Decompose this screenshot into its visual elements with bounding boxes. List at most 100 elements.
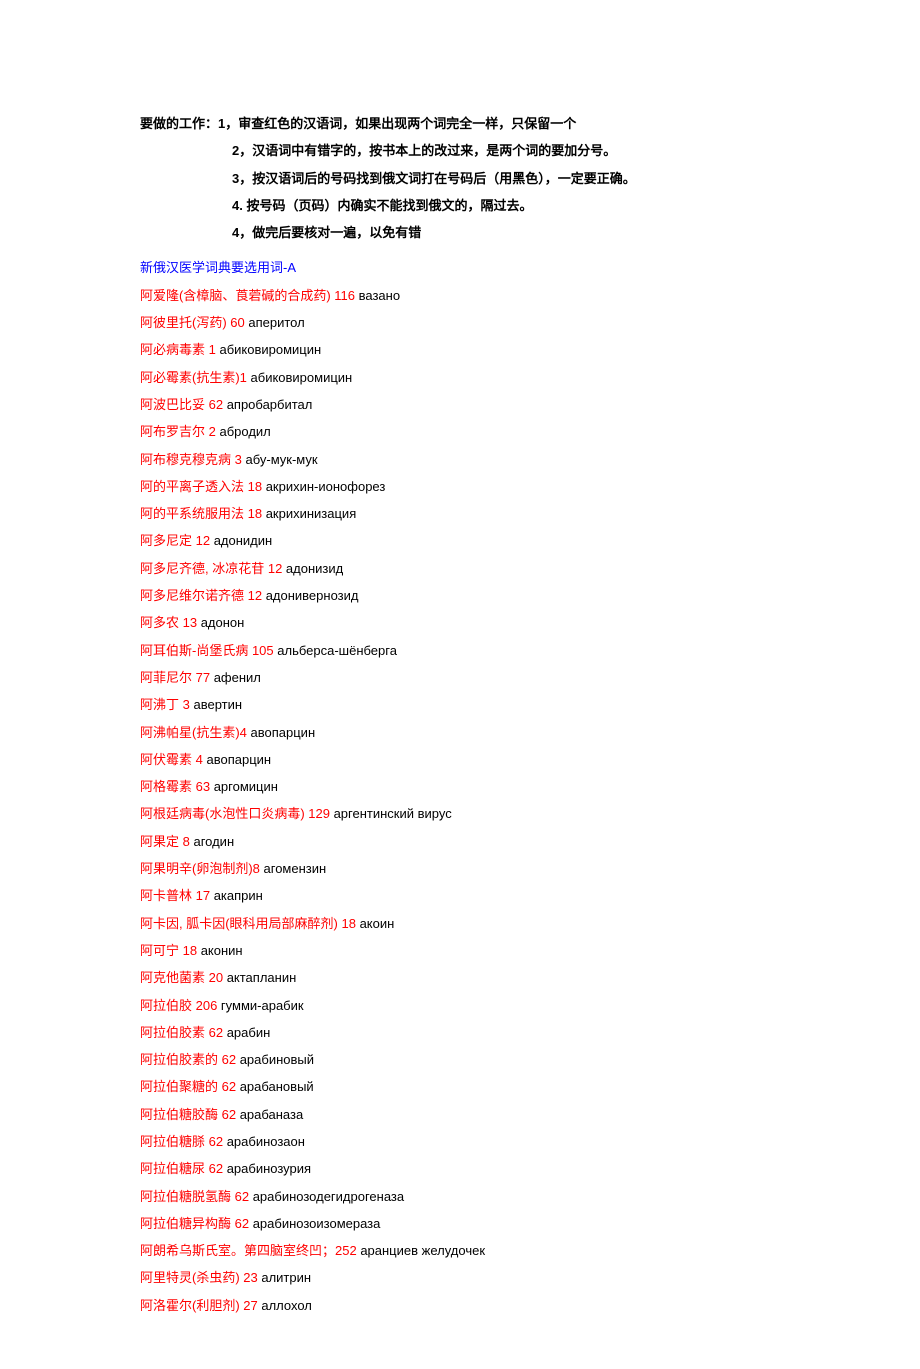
russian-term: актапланин — [227, 970, 297, 985]
instruction-line-1: 要做的工作：1，审查红色的汉语词，如果出现两个词完全一样，只保留一个 — [140, 110, 780, 137]
chinese-term: 阿拉伯胶素的 62 — [140, 1052, 240, 1067]
russian-term: аранциев желудочек — [360, 1243, 485, 1258]
russian-term: апробарбитал — [227, 397, 313, 412]
dictionary-entry: 阿菲尼尔 77 афенил — [140, 664, 780, 691]
russian-term: арабаназа — [240, 1107, 304, 1122]
russian-term: акрихин-ионофорез — [266, 479, 386, 494]
dictionary-title: 新俄汉医学词典要选用词-A — [140, 254, 780, 281]
chinese-term: 阿洛霍尔(利胆剂) 27 — [140, 1298, 261, 1313]
dictionary-entry: 阿拉伯聚糖的 62 арабановый — [140, 1073, 780, 1100]
chinese-term: 阿多农 13 — [140, 615, 201, 630]
dictionary-entry: 阿沸丁 3 авертин — [140, 691, 780, 718]
instruction-line-5: 4，做完后要核对一遍，以免有错 — [140, 219, 780, 246]
dictionary-entry: 阿可宁 18 аконин — [140, 937, 780, 964]
russian-term: алитрин — [261, 1270, 311, 1285]
chinese-term: 阿卡普林 17 — [140, 888, 214, 903]
dictionary-entry: 阿伏霉素 4 авопарцин — [140, 746, 780, 773]
dictionary-entry: 阿多尼齐德, 冰凉花苷 12 адонизид — [140, 555, 780, 582]
chinese-term: 阿拉伯糖胶酶 62 — [140, 1107, 240, 1122]
chinese-term: 阿爱隆(含樟脑、莨菪碱的合成药) 116 — [140, 288, 359, 303]
chinese-term: 阿根廷病毒(水泡性口炎病毒) 129 — [140, 806, 334, 821]
dictionary-entry: 阿必霉素(抗生素)1 абиковиромицин — [140, 364, 780, 391]
russian-term: афенил — [214, 670, 261, 685]
russian-term: адонидин — [214, 533, 273, 548]
instruction-line-2: 2，汉语词中有错字的，按书本上的改过来，是两个词的要加分号。 — [140, 137, 780, 164]
russian-term: абу-мук-мук — [245, 452, 317, 467]
dictionary-entry: 阿拉伯糖尿 62 арабинозурия — [140, 1155, 780, 1182]
russian-term: адонон — [201, 615, 245, 630]
russian-term: арабиновый — [240, 1052, 314, 1067]
chinese-term: 阿沸丁 3 — [140, 697, 193, 712]
chinese-term: 阿波巴比妥 62 — [140, 397, 227, 412]
dictionary-entry: 阿拉伯糖脱氢酶 62 арабинозодегидрогеназа — [140, 1183, 780, 1210]
russian-term: авопарцин — [206, 752, 271, 767]
chinese-term: 阿拉伯胶 206 — [140, 998, 221, 1013]
dictionary-entry: 阿洛霍尔(利胆剂) 27 аллохол — [140, 1292, 780, 1319]
russian-term: альберса-шёнберга — [277, 643, 397, 658]
russian-term: арабинозоизомераза — [253, 1216, 381, 1231]
chinese-term: 阿拉伯糖尿 62 — [140, 1161, 227, 1176]
dictionary-entry: 阿拉伯糖胶酶 62 арабаназа — [140, 1101, 780, 1128]
chinese-term: 阿拉伯胶素 62 — [140, 1025, 227, 1040]
chinese-term: 阿布穆克穆克病 3 — [140, 452, 245, 467]
chinese-term: 阿伏霉素 4 — [140, 752, 206, 767]
russian-term: арабинозурия — [227, 1161, 311, 1176]
instruction-line-4: 4. 按号码（页码）内确实不能找到俄文的，隔过去。 — [140, 192, 780, 219]
chinese-term: 阿朗希乌斯氏室。第四脑室终凹；252 — [140, 1243, 360, 1258]
dictionary-entry: 阿果定 8 агодин — [140, 828, 780, 855]
chinese-term: 阿果明辛(卵泡制剂)8 — [140, 861, 264, 876]
russian-term: аперитол — [248, 315, 304, 330]
chinese-term: 阿菲尼尔 77 — [140, 670, 214, 685]
dictionary-entry: 阿果明辛(卵泡制剂)8 агомензин — [140, 855, 780, 882]
russian-term: аллохол — [261, 1298, 312, 1313]
dictionary-entry: 阿拉伯糖异构酶 62 арабинозоизомераза — [140, 1210, 780, 1237]
dictionary-entry: 阿的平系统服用法 18 акрихинизация — [140, 500, 780, 527]
dictionary-entry: 阿多尼定 12 адонидин — [140, 527, 780, 554]
dictionary-entry: 阿卡普林 17 акаприн — [140, 882, 780, 909]
chinese-term: 阿克他菌素 20 — [140, 970, 227, 985]
russian-term: агомензин — [264, 861, 327, 876]
chinese-term: 阿沸帕星(抗生素)4 — [140, 725, 251, 740]
chinese-term: 阿格霉素 63 — [140, 779, 214, 794]
chinese-term: 阿卡因, 胍卡因(眼科用局部麻醉剂) 18 — [140, 916, 360, 931]
dictionary-entry: 阿必病毒素 1 абиковиромицин — [140, 336, 780, 363]
chinese-term: 阿果定 8 — [140, 834, 193, 849]
russian-term: абродил — [219, 424, 270, 439]
dictionary-entry: 阿里特灵(杀虫药) 23 алитрин — [140, 1264, 780, 1291]
chinese-term: 阿拉伯聚糖的 62 — [140, 1079, 240, 1094]
dictionary-entry: 阿波巴比妥 62 апробарбитал — [140, 391, 780, 418]
dictionary-entry: 阿多农 13 адонон — [140, 609, 780, 636]
russian-term: авертин — [193, 697, 242, 712]
dictionary-entry: 阿拉伯胶 206 гумми-арабик — [140, 992, 780, 1019]
chinese-term: 阿拉伯糖异构酶 62 — [140, 1216, 253, 1231]
chinese-term: 阿必病毒素 1 — [140, 342, 219, 357]
chinese-term: 阿里特灵(杀虫药) 23 — [140, 1270, 261, 1285]
chinese-term: 阿可宁 18 — [140, 943, 201, 958]
russian-term: вазано — [359, 288, 400, 303]
instructions: 要做的工作：1，审查红色的汉语词，如果出现两个词完全一样，只保留一个 2，汉语词… — [140, 110, 780, 246]
russian-term: акоин — [360, 916, 395, 931]
chinese-term: 阿的平离子透入法 18 — [140, 479, 266, 494]
dictionary-entry: 阿格霉素 63 аргомицин — [140, 773, 780, 800]
chinese-term: 阿彼里托(泻药) 60 — [140, 315, 248, 330]
entries-list: 阿爱隆(含樟脑、莨菪碱的合成药) 116 вазано 阿彼里托(泻药) 60 а… — [140, 282, 780, 1319]
dictionary-entry: 阿布穆克穆克病 3 абу-мук-мук — [140, 446, 780, 473]
russian-term: авопарцин — [251, 725, 316, 740]
russian-term: арабановый — [240, 1079, 314, 1094]
russian-term: абиковиромицин — [219, 342, 321, 357]
russian-term: акрихинизация — [266, 506, 357, 521]
russian-term: арабин — [227, 1025, 271, 1040]
chinese-term: 阿的平系统服用法 18 — [140, 506, 266, 521]
dictionary-entry: 阿拉伯胶素的 62 арабиновый — [140, 1046, 780, 1073]
russian-term: адонивернозид — [266, 588, 359, 603]
dictionary-entry: 阿朗希乌斯氏室。第四脑室终凹；252 аранциев желудочек — [140, 1237, 780, 1264]
dictionary-entry: 阿耳伯斯-尚堡氏病 105 альберса-шёнберга — [140, 637, 780, 664]
chinese-term: 阿多尼齐德, 冰凉花苷 12 — [140, 561, 286, 576]
russian-term: абиковиромицин — [251, 370, 353, 385]
dictionary-entry: 阿卡因, 胍卡因(眼科用局部麻醉剂) 18 акоин — [140, 910, 780, 937]
dictionary-entry: 阿根廷病毒(水泡性口炎病毒) 129 аргентинский вирус — [140, 800, 780, 827]
russian-term: агодин — [193, 834, 234, 849]
russian-term: арабинозодегидрогеназа — [253, 1189, 404, 1204]
dictionary-entry: 阿布罗吉尔 2 абродил — [140, 418, 780, 445]
russian-term: акаприн — [214, 888, 263, 903]
